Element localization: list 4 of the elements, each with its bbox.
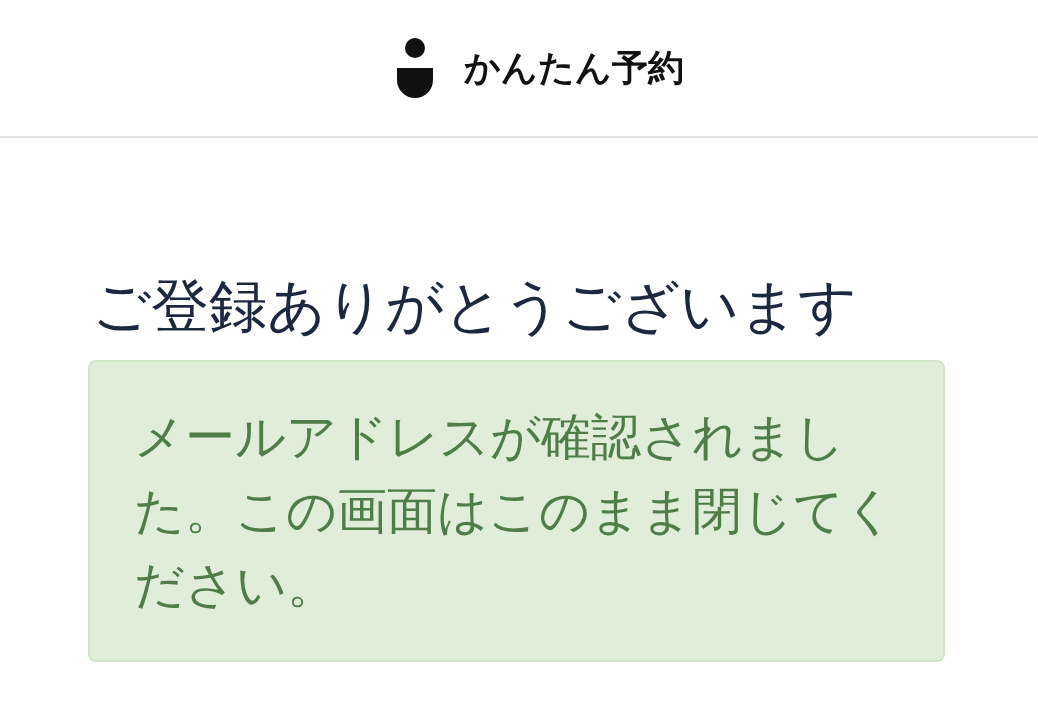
app-title: かんたん予約: [464, 45, 684, 90]
person-icon: [396, 38, 434, 98]
success-message: メールアドレスが確認されました。この画面はこのまま閉じてください。: [88, 359, 945, 662]
page-heading: ご登録ありがとうございます: [92, 272, 858, 342]
